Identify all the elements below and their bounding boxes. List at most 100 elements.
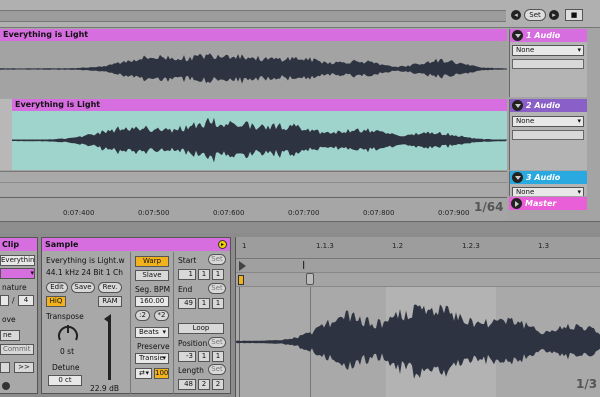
track-2-title-bar[interactable]: 2 Audio: [510, 99, 587, 112]
clip-commit-button[interactable]: Commit: [0, 344, 34, 355]
loop-button[interactable]: Loop: [178, 323, 224, 334]
position-beat-field[interactable]: 1: [198, 351, 210, 362]
track-1-lane: Everything is Light: [0, 29, 507, 97]
set-locator-button[interactable]: Set: [524, 9, 546, 21]
track-3-header: 3 Audio None: [509, 171, 587, 196]
clip-prev-button[interactable]: [0, 362, 10, 373]
loop-brace-lane[interactable]: I: [236, 259, 600, 273]
sample-rev-button[interactable]: Rev.: [98, 282, 122, 293]
sample-info: 44.1 kHz 24 Bit 1 Ch: [46, 268, 124, 277]
track-1-input-channel[interactable]: [512, 59, 584, 69]
track-3-fold-icon[interactable]: [512, 172, 523, 183]
clip-next-button[interactable]: >>: [14, 362, 34, 373]
warp-marker-icon[interactable]: [306, 273, 314, 285]
loop-mode-select[interactable]: ⇄: [135, 368, 152, 379]
track-2-input-select[interactable]: None: [512, 116, 584, 127]
sig-numerator-field[interactable]: [0, 295, 9, 306]
ram-button[interactable]: RAM: [98, 296, 122, 307]
timeline-ruler[interactable]: 0:07:400 0:07:500 0:07:600 0:07:700 0:07…: [0, 197, 507, 221]
transpose-knob[interactable]: [56, 323, 80, 345]
sample-file-name: Everything is Light.w: [46, 256, 125, 265]
clip-color-select[interactable]: ▾: [0, 268, 35, 279]
seg-bpm-field[interactable]: 160.00: [135, 296, 169, 307]
length-beat-field[interactable]: 2: [198, 379, 210, 390]
clip-ne-button[interactable]: ne: [0, 330, 20, 341]
position-sixteenth-field[interactable]: 1: [212, 351, 224, 362]
position-set-button[interactable]: Set: [208, 337, 226, 348]
track-2-input-channel[interactable]: [512, 130, 584, 140]
sample-box-menu-icon[interactable]: ▸: [218, 240, 227, 249]
length-set-button[interactable]: Set: [208, 364, 226, 375]
sample-ruler-tick-2: 1.1.3: [316, 242, 334, 250]
track-3-input-select[interactable]: None: [512, 187, 584, 196]
sample-zoom-display: 1/3: [576, 377, 598, 391]
length-bar-field[interactable]: 48: [178, 379, 196, 390]
master-title-bar[interactable]: Master: [509, 197, 587, 210]
sample-display[interactable]: 1 1.1.3 1.2 1.2.3 1.3 I 1/3: [235, 237, 600, 397]
clip-signature-label: nature: [2, 283, 27, 292]
detune-label: Detune: [52, 363, 80, 372]
position-bar-field[interactable]: -3: [178, 351, 196, 362]
quantize-display: 1/64: [474, 200, 504, 214]
start-marker-icon[interactable]: [238, 275, 244, 285]
ruler-tick-5: 0:07:800: [363, 209, 395, 217]
track-3-title-bar[interactable]: 3 Audio: [510, 171, 587, 184]
volume-value: 22.9 dB: [90, 384, 119, 393]
play-start-icon[interactable]: [239, 261, 246, 271]
start-bar-field[interactable]: 1: [178, 269, 196, 280]
marker-lane[interactable]: [236, 273, 600, 287]
sample-save-button[interactable]: Save: [71, 282, 95, 293]
track-2-clip-header[interactable]: Everything is Light: [12, 99, 507, 111]
next-locator-icon[interactable]: ▸: [549, 10, 559, 20]
clip-move-label: ove: [2, 315, 16, 324]
end-label: End: [178, 285, 193, 294]
length-sixteenth-field[interactable]: 2: [212, 379, 224, 390]
sample-waveform-area[interactable]: [236, 287, 600, 397]
warp-button[interactable]: Warp: [135, 256, 169, 267]
sample-ruler-tick-3: 1.2: [392, 242, 404, 250]
prev-locator-icon[interactable]: ◂: [511, 10, 521, 20]
clip-name-field[interactable]: Everything is: [0, 255, 35, 266]
sample-ruler-tick-5: 1.3: [538, 242, 550, 250]
track-2-fold-icon[interactable]: [512, 100, 523, 111]
half-tempo-button[interactable]: :2: [135, 310, 150, 321]
start-beat-field[interactable]: 1: [198, 269, 210, 280]
end-beat-field[interactable]: 1: [198, 298, 210, 309]
detail-view: Clip Everything is ▾ nature / 4 ove ne C…: [0, 233, 600, 397]
start-sixteenth-field[interactable]: 1: [212, 269, 224, 280]
sample-edit-button[interactable]: Edit: [46, 282, 68, 293]
track-1-fold-icon[interactable]: [512, 30, 523, 41]
track-2-clip-body[interactable]: [12, 111, 507, 170]
track-3-lane-divider: [0, 182, 507, 183]
sample-box-title: Sample: [42, 238, 230, 251]
hiq-button[interactable]: HiQ: [46, 296, 66, 307]
track-1-title-bar[interactable]: 1 Audio: [510, 29, 587, 42]
detune-field[interactable]: 0 ct: [48, 375, 82, 386]
track-1-clip-body[interactable]: [0, 41, 507, 97]
preserve-label: Preserve: [137, 342, 170, 351]
track-1-clip-header[interactable]: Everything is Light: [0, 29, 507, 41]
preserve-select[interactable]: Transie: [135, 353, 169, 364]
track-1-input-select[interactable]: None: [512, 45, 584, 56]
loop-amount-field[interactable]: 100: [154, 368, 169, 379]
sample-ruler[interactable]: 1 1.1.3 1.2 1.2.3 1.3: [236, 237, 600, 259]
double-tempo-button[interactable]: *2: [154, 310, 169, 321]
lock-icon[interactable]: ■: [565, 9, 583, 21]
end-set-button[interactable]: Set: [208, 283, 226, 294]
sig-denominator-field[interactable]: 4: [18, 295, 34, 306]
track-2-name: 2 Audio: [526, 101, 561, 110]
slave-button[interactable]: Slave: [135, 270, 169, 281]
transpose-value: 0 st: [60, 347, 75, 356]
end-sixteenth-field[interactable]: 1: [212, 298, 224, 309]
end-bar-field[interactable]: 49: [178, 298, 196, 309]
top-strip: ◂ Set ▸ ■: [0, 0, 600, 28]
track-3-name: 3 Audio: [526, 173, 561, 182]
volume-slider-track[interactable]: [108, 318, 111, 380]
arrangement-bottom-bar: [0, 221, 600, 233]
warp-mode-select[interactable]: Beats: [135, 327, 169, 338]
clip-box-footer-icon[interactable]: [2, 382, 10, 390]
start-set-button[interactable]: Set: [208, 254, 226, 265]
volume-slider-thumb[interactable]: [104, 314, 111, 324]
track-2-header: 2 Audio None: [509, 99, 587, 170]
master-expand-icon[interactable]: [511, 198, 522, 209]
